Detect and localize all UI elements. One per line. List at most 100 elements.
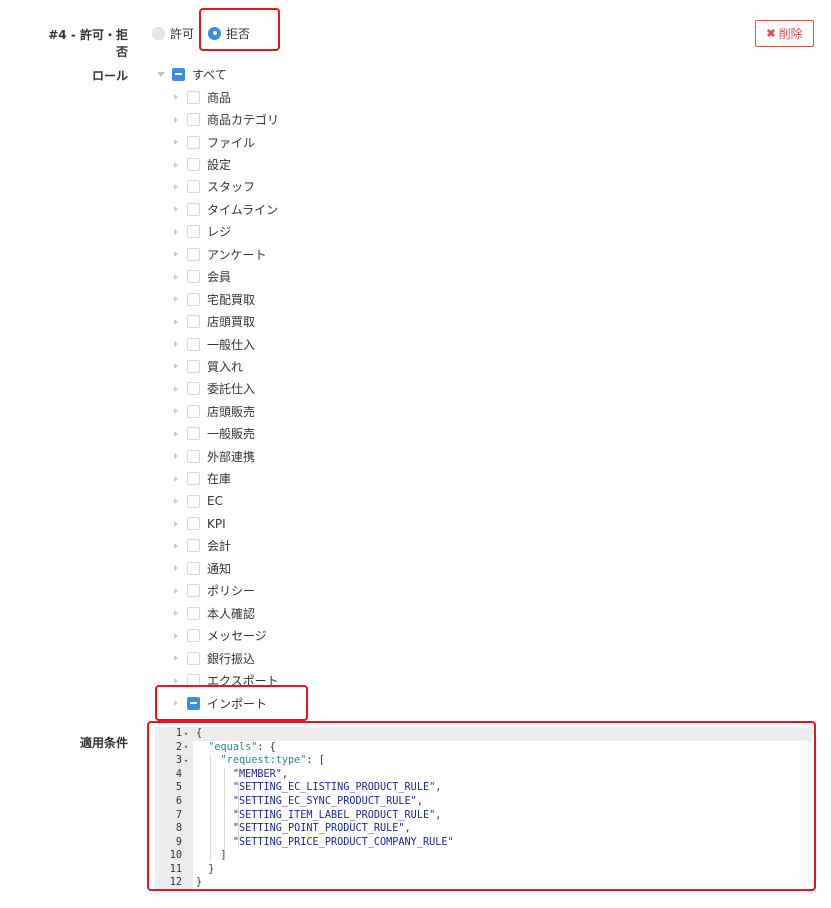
checkbox-indeterminate-icon[interactable] xyxy=(172,67,185,81)
tree-item[interactable]: 設定 xyxy=(174,153,279,175)
checkbox[interactable] xyxy=(187,651,200,665)
caret-right-icon[interactable] xyxy=(174,610,178,617)
fold-toggle-icon[interactable]: ▾ xyxy=(184,730,188,738)
tree-item[interactable]: KPI xyxy=(174,512,279,534)
caret-right-icon[interactable] xyxy=(174,385,178,392)
caret-right-icon[interactable] xyxy=(174,251,178,258)
checkbox[interactable] xyxy=(187,225,200,239)
caret-right-icon[interactable] xyxy=(174,520,178,527)
caret-right-icon[interactable] xyxy=(174,139,178,146)
tree-item[interactable]: 会員 xyxy=(174,266,279,288)
caret-right-icon[interactable] xyxy=(174,565,178,572)
checkbox[interactable] xyxy=(187,404,200,418)
tree-item[interactable]: ポリシー xyxy=(174,580,279,602)
caret-right-icon[interactable] xyxy=(174,430,178,437)
caret-down-icon[interactable] xyxy=(157,71,165,77)
caret-right-icon[interactable] xyxy=(174,677,178,684)
checkbox[interactable] xyxy=(187,629,200,643)
caret-right-icon[interactable] xyxy=(174,475,178,482)
tree-item[interactable]: タイムライン xyxy=(174,198,279,220)
tree-item[interactable]: スタッフ xyxy=(174,176,279,198)
checkbox[interactable] xyxy=(187,202,200,216)
caret-right-icon[interactable] xyxy=(174,453,178,460)
caret-right-icon[interactable] xyxy=(174,318,178,325)
code-line: 5 "SETTING_EC_LISTING_PRODUCT_RULE", xyxy=(155,781,812,795)
radio-allow-label[interactable]: 許可 xyxy=(170,25,194,42)
delete-button[interactable]: ✖ 削除 xyxy=(755,20,814,47)
checkbox[interactable] xyxy=(187,292,200,306)
tree-item[interactable]: アンケート xyxy=(174,243,279,265)
checkbox-indeterminate-icon[interactable] xyxy=(187,696,200,710)
checkbox[interactable] xyxy=(187,180,200,194)
checkbox[interactable] xyxy=(187,158,200,172)
caret-right-icon[interactable] xyxy=(174,273,178,280)
fold-toggle-icon[interactable]: ▾ xyxy=(184,757,188,765)
caret-right-icon[interactable] xyxy=(174,498,178,505)
caret-right-icon[interactable] xyxy=(174,542,178,549)
checkbox[interactable] xyxy=(187,539,200,553)
checkbox[interactable] xyxy=(187,135,200,149)
checkbox[interactable] xyxy=(187,247,200,261)
checkbox[interactable] xyxy=(187,584,200,598)
tree-item[interactable]: 店頭買取 xyxy=(174,310,279,332)
tree-item[interactable]: メッセージ xyxy=(174,625,279,647)
checkbox[interactable] xyxy=(187,606,200,620)
caret-right-icon[interactable] xyxy=(174,161,178,168)
caret-right-icon[interactable] xyxy=(174,408,178,415)
tree-item[interactable]: レジ xyxy=(174,221,279,243)
checkbox[interactable] xyxy=(187,472,200,486)
tree-item[interactable]: インポート xyxy=(174,692,279,714)
tree-item[interactable]: 本人確認 xyxy=(174,602,279,624)
checkbox[interactable] xyxy=(187,337,200,351)
radio-deny-label[interactable]: 拒否 xyxy=(226,25,250,42)
checkbox[interactable] xyxy=(187,449,200,463)
code-line: 4 "MEMBER", xyxy=(155,768,812,782)
checkbox[interactable] xyxy=(187,270,200,284)
tree-root-all[interactable]: すべて xyxy=(157,66,227,82)
caret-right-icon[interactable] xyxy=(174,116,178,123)
caret-right-icon[interactable] xyxy=(174,228,178,235)
tree-item[interactable]: 商品カテゴリ xyxy=(174,108,279,130)
checkbox[interactable] xyxy=(187,90,200,104)
checkbox[interactable] xyxy=(187,315,200,329)
tree-item[interactable]: 委託仕入 xyxy=(174,378,279,400)
tree-item[interactable]: 外部連携 xyxy=(174,445,279,467)
checkbox[interactable] xyxy=(187,382,200,396)
tree-item[interactable]: 店頭販売 xyxy=(174,400,279,422)
checkbox[interactable] xyxy=(187,517,200,531)
caret-right-icon[interactable] xyxy=(174,655,178,662)
checkbox[interactable] xyxy=(187,359,200,373)
checkbox[interactable] xyxy=(187,561,200,575)
radio-deny[interactable] xyxy=(208,26,222,40)
checkbox[interactable] xyxy=(187,113,200,127)
json-punct xyxy=(196,755,221,766)
delete-button-label: 削除 xyxy=(778,27,803,41)
caret-right-icon[interactable] xyxy=(174,94,178,101)
tree-item[interactable]: 宅配買取 xyxy=(174,288,279,310)
tree-item[interactable]: 在庫 xyxy=(174,467,279,489)
tree-item[interactable]: エクスポート xyxy=(174,669,279,691)
caret-right-icon[interactable] xyxy=(174,587,178,594)
caret-right-icon[interactable] xyxy=(174,341,178,348)
tree-item[interactable]: EC xyxy=(174,490,279,512)
caret-right-icon[interactable] xyxy=(174,296,178,303)
caret-right-icon[interactable] xyxy=(174,183,178,190)
tree-item[interactable]: 銀行振込 xyxy=(174,647,279,669)
tree-item[interactable]: 一般仕入 xyxy=(174,333,279,355)
checkbox[interactable] xyxy=(187,674,200,688)
caret-right-icon[interactable] xyxy=(174,363,178,370)
tree-item[interactable]: 会計 xyxy=(174,535,279,557)
radio-allow[interactable] xyxy=(152,26,165,40)
fold-toggle-icon[interactable]: ▾ xyxy=(184,743,188,751)
tree-item[interactable]: ファイル xyxy=(174,131,279,153)
caret-right-icon[interactable] xyxy=(174,632,178,639)
tree-item[interactable]: 一般販売 xyxy=(174,423,279,445)
checkbox[interactable] xyxy=(187,494,200,508)
tree-item[interactable]: 商品 xyxy=(174,86,279,108)
tree-item[interactable]: 質入れ xyxy=(174,355,279,377)
checkbox[interactable] xyxy=(187,427,200,441)
condition-code-editor[interactable]: 1 ▾{2 ▾ "equals": {3 ▾ "request:type": [4 "… xyxy=(155,727,812,890)
caret-right-icon[interactable] xyxy=(174,206,178,213)
caret-right-icon[interactable] xyxy=(174,700,178,707)
tree-item[interactable]: 通知 xyxy=(174,557,279,579)
